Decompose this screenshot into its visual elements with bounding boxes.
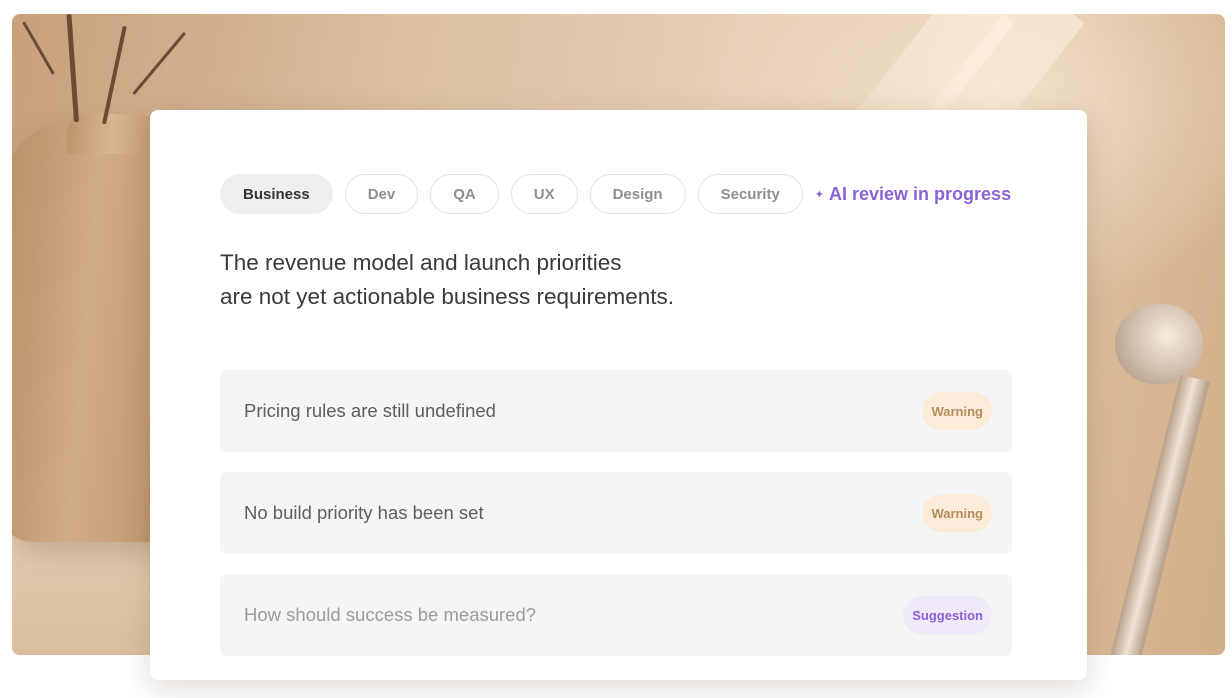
issue-text: Pricing rules are still undefined [244,400,496,421]
tab-qa[interactable]: QA [430,174,499,214]
summary-line-1: The revenue model and launch priorities [220,250,622,275]
tab-security[interactable]: Security [697,174,803,214]
faucet-knob [1115,304,1203,384]
issue-item[interactable]: No build priority has been set Warning [220,472,1012,554]
suggestion-badge: Suggestion [903,596,992,634]
twig [132,31,187,95]
tab-bar: Business Dev QA UX Design Security ✦ AI … [220,174,1011,214]
issue-text: No build priority has been set [244,502,484,523]
warning-badge: Warning [922,392,992,430]
ai-review-label: AI review in progress [829,183,1012,204]
faucet [1110,304,1210,655]
issue-list: Pricing rules are still undefined Warnin… [220,370,1012,676]
review-card: Business Dev QA UX Design Security ✦ AI … [150,110,1087,680]
vase-neck [67,114,157,154]
issue-text: How should success be measured? [244,604,537,625]
warning-badge: Warning [922,494,992,532]
tab-dev[interactable]: Dev [344,174,419,214]
faucet-pipe [1110,374,1210,655]
tab-design[interactable]: Design [589,174,686,214]
twig [66,14,79,123]
ai-review-status: ✦ AI review in progress [815,184,1011,205]
issue-item[interactable]: Pricing rules are still undefined Warnin… [220,370,1012,452]
issue-item[interactable]: How should success be measured? Suggesti… [220,574,1012,656]
sparkle-icon: ✦ [814,188,825,201]
tab-business[interactable]: Business [220,174,333,214]
review-summary: The revenue model and launch priorities … [220,246,920,314]
summary-line-2: are not yet actionable business requirem… [220,284,675,309]
tab-ux[interactable]: UX [510,174,578,214]
twig [22,21,55,75]
twig [102,25,127,125]
